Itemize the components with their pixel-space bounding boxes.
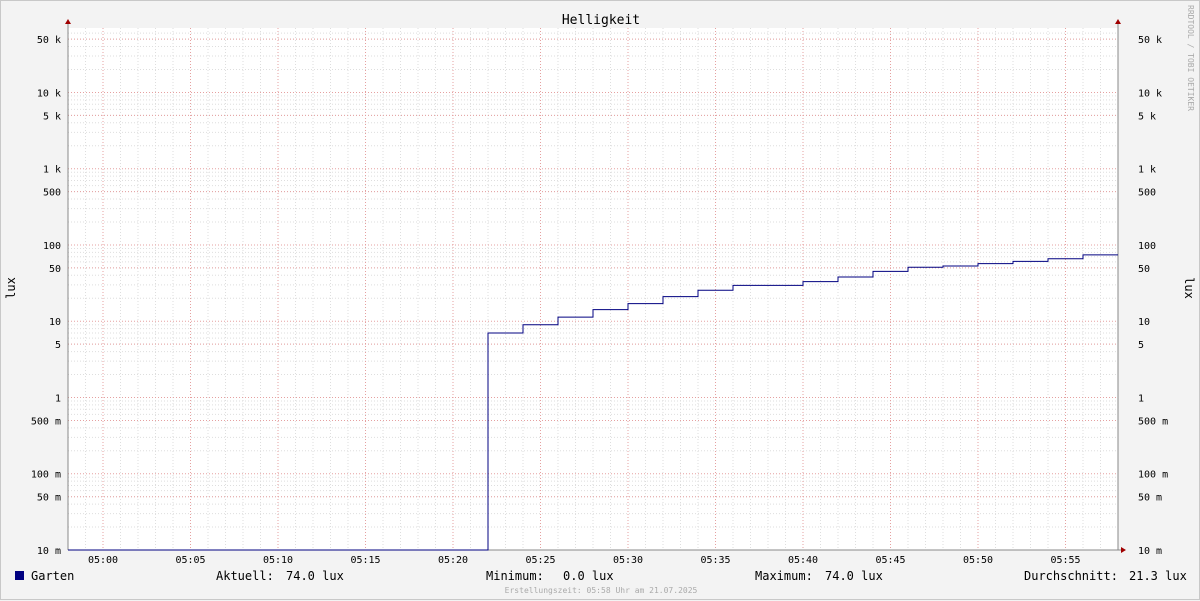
chart-title: Helligkeit [562, 13, 640, 28]
y-tick-label-left: 10 k [37, 88, 61, 99]
x-tick-label: 05:35 [700, 555, 730, 566]
y-tick-label-right: 1 [1138, 393, 1144, 404]
y-tick-label-left: 500 m [31, 416, 61, 427]
y-tick-label-right: 10 m [1138, 546, 1162, 557]
watermark: RRDTOOL / TOBI OETIKER [1186, 5, 1195, 111]
y-tick-label-right: 1 k [1138, 165, 1156, 176]
y-tick-label-left: 50 k [37, 35, 61, 46]
y-tick-label-right: 500 m [1138, 416, 1168, 427]
x-tick-label: 05:25 [525, 555, 555, 566]
y-tick-label-left: 100 m [31, 470, 61, 481]
y-tick-label-right: 100 m [1138, 470, 1168, 481]
x-tick-label: 05:55 [1050, 555, 1080, 566]
x-tick-label: 05:00 [88, 555, 118, 566]
y-tick-label-left: 100 [43, 241, 61, 252]
legend-series-name: Garten [31, 569, 74, 583]
stat-maximum-value: 74.0 lux [825, 569, 883, 583]
stat-minimum-value: 0.0 lux [563, 569, 614, 583]
y-tick-label-left: 5 [55, 340, 61, 351]
y-tick-label-left: 10 m [37, 546, 61, 557]
y-tick-label-right: 5 k [1138, 111, 1156, 122]
y-tick-label-right: 50 k [1138, 35, 1162, 46]
y-tick-label-right: 50 [1138, 264, 1150, 275]
y-axis-label-right: lux [1182, 277, 1196, 299]
chart-svg: 05:00 05:05 05:10 05:15 05:20 05:25 05:30 05:35… [4, 5, 1196, 595]
y-tick-label-left: 1 k [43, 165, 61, 176]
stat-aktuell-value: 74.0 lux [286, 569, 344, 583]
x-tick-label: 05:30 [613, 555, 643, 566]
y-tick-label-right: 10 [1138, 317, 1150, 328]
y-tick-label-left: 500 [43, 188, 61, 199]
minor-grid [68, 28, 1118, 550]
stat-durchschnitt-value: 21.3 lux [1129, 569, 1187, 583]
y-tick-label-left: 1 [55, 393, 61, 404]
y-tick-label-left: 10 [49, 317, 61, 328]
x-axis-arrow [1121, 547, 1126, 553]
x-tick-label: 05:10 [263, 555, 293, 566]
stat-minimum-label: Minimum: [486, 569, 544, 583]
x-tick-label: 05:15 [350, 555, 380, 566]
y-tick-label-right: 100 [1138, 241, 1156, 252]
stat-durchschnitt-label: Durchschnitt: [1024, 569, 1118, 583]
y-axis-arrow-left [65, 19, 71, 24]
y-tick-label-left: 5 k [43, 111, 61, 122]
x-tick-label: 05:45 [875, 555, 905, 566]
y-tick-label-right: 500 [1138, 188, 1156, 199]
y-tick-label-right: 5 [1138, 340, 1144, 351]
legend-swatch-garten [15, 571, 24, 580]
footer-timestamp: Erstellungszeit: 05:58 Uhr am 21.07.2025 [505, 586, 698, 595]
y-axis-label-left: lux [4, 277, 18, 299]
y-tick-label-right: 10 k [1138, 88, 1162, 99]
x-tick-label: 05:05 [175, 555, 205, 566]
x-tick-label: 05:50 [963, 555, 993, 566]
y-tick-label-left: 50 m [37, 493, 61, 504]
y-tick-label-right: 50 m [1138, 493, 1162, 504]
x-tick-label: 05:40 [788, 555, 818, 566]
stat-maximum-label: Maximum: [755, 569, 813, 583]
y-axis-arrow-right [1115, 19, 1121, 24]
chart-frame: 05:00 05:05 05:10 05:15 05:20 05:25 05:30 05:35… [0, 0, 1200, 600]
stat-aktuell-label: Aktuell: [216, 569, 274, 583]
y-tick-label-left: 50 [49, 264, 61, 275]
x-tick-label: 05:20 [438, 555, 468, 566]
